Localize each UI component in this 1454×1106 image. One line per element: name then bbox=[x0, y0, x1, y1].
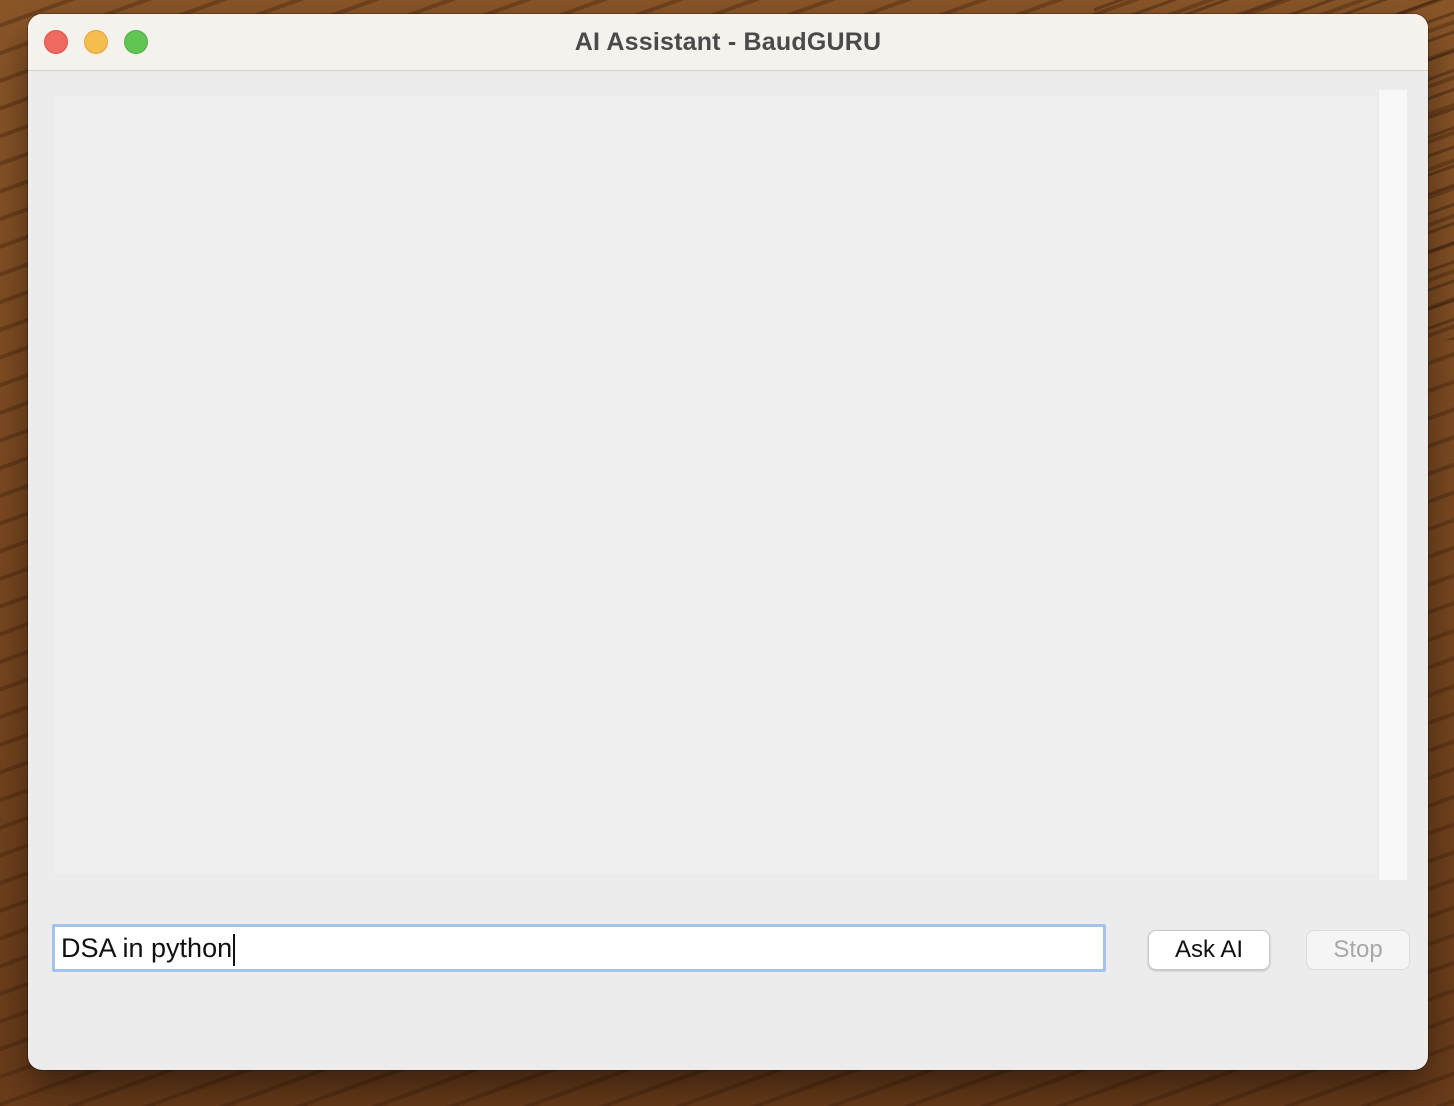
app-window: AI Assistant - BaudGURU DSA in python As… bbox=[28, 14, 1428, 1070]
query-input-text: DSA in python bbox=[61, 933, 233, 963]
stop-button[interactable]: Stop bbox=[1306, 930, 1410, 970]
title-bar: AI Assistant - BaudGURU bbox=[28, 14, 1428, 71]
query-input[interactable]: DSA in python bbox=[52, 924, 1106, 972]
ask-ai-button[interactable]: Ask AI bbox=[1148, 930, 1270, 970]
window-title: AI Assistant - BaudGURU bbox=[574, 28, 882, 56]
text-caret bbox=[233, 933, 236, 966]
vertical-scrollbar[interactable] bbox=[1378, 90, 1407, 880]
response-output-area[interactable] bbox=[54, 96, 1376, 874]
